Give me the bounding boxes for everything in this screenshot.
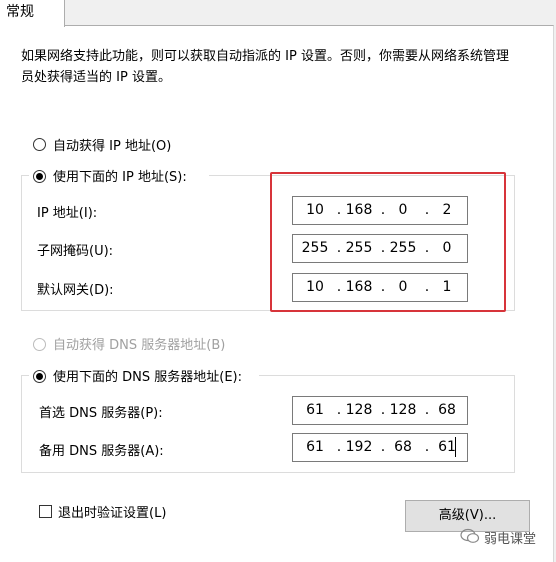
alternate-dns-octet-4: 61 (438, 439, 456, 455)
auto-ip-radio[interactable] (33, 138, 46, 151)
auto-dns-label[interactable]: 自动获得 DNS 服务器地址(B) (53, 334, 225, 353)
gateway-label: 默认网关(D): (37, 283, 114, 298)
preferred-dns-label: 首选 DNS 服务器(P): (39, 406, 163, 421)
text-caret (455, 437, 456, 457)
preferred-dns-octet-4: 68 (438, 402, 456, 418)
subnet-mask-label: 子网掩码(U): (37, 244, 114, 259)
wechat-icon (460, 528, 480, 543)
preferred-dns-octet-1: 61 (306, 402, 324, 418)
manual-dns-label[interactable]: 使用下面的 DNS 服务器地址(E): (53, 366, 242, 385)
auto-ip-label[interactable]: 自动获得 IP 地址(O) (53, 135, 171, 154)
auto-dns-radio[interactable] (33, 338, 46, 351)
alternate-dns-field[interactable]: 61 . 192 . 68 . 61 (292, 433, 468, 462)
tab-general[interactable]: 常规 (0, 0, 65, 27)
preferred-dns-field[interactable]: 61 . 128 . 128 . 68 (292, 396, 468, 425)
alternate-dns-octet-3: 68 (394, 439, 412, 455)
description-text: 如果网络支持此功能，则可以获取自动指派的 IP 设置。否则，你需要从网络系统管理… (21, 49, 509, 85)
highlight-box (270, 172, 506, 312)
preferred-dns-octet-2: 128 (345, 402, 373, 418)
ip-address-label: IP 地址(I): (37, 206, 98, 221)
alternate-dns-octet-1: 61 (306, 439, 324, 455)
preferred-dns-octet-3: 128 (389, 402, 417, 418)
validate-on-exit-label[interactable]: 退出时验证设置(L) (58, 502, 166, 521)
manual-ip-label[interactable]: 使用下面的 IP 地址(S): (53, 166, 187, 185)
tab-general-label: 常规 (6, 4, 34, 20)
watermark-text: 弱电课堂 (484, 532, 537, 547)
manual-ip-radio[interactable] (33, 170, 46, 183)
validate-on-exit-checkbox[interactable] (39, 505, 52, 518)
alternate-dns-label: 备用 DNS 服务器(A): (39, 444, 164, 459)
manual-dns-radio[interactable] (33, 370, 46, 383)
alternate-dns-octet-2: 192 (345, 439, 373, 455)
